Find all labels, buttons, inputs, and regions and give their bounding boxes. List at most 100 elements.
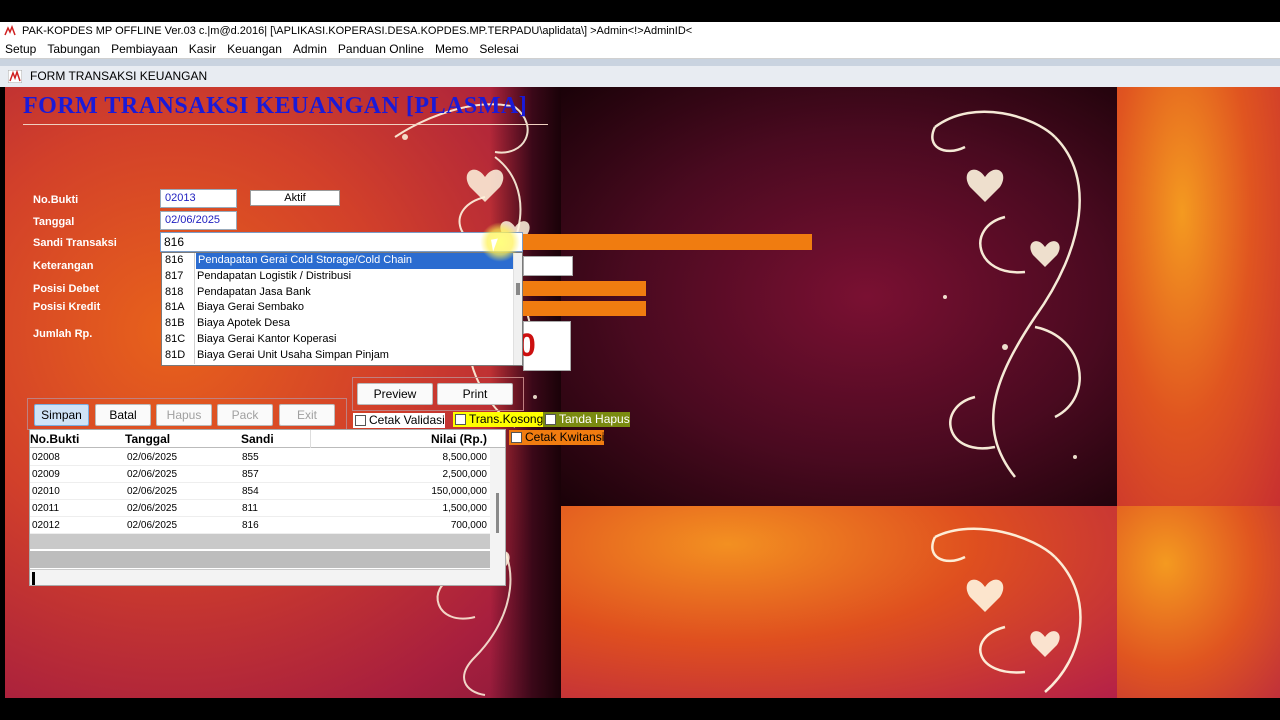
menu-selesai[interactable]: Selesai (479, 42, 518, 56)
menu-panduan-online[interactable]: Panduan Online (338, 42, 424, 56)
checkbox-box[interactable] (355, 415, 366, 426)
mdi-background (0, 59, 1280, 66)
posisi-debet-bar (523, 281, 646, 296)
option-separator (194, 268, 195, 285)
option-code: 818 (165, 285, 184, 298)
preview-button[interactable]: Preview (357, 383, 433, 405)
checkbox-label: Cetak Validasi (369, 413, 445, 427)
menu-admin[interactable]: Admin (293, 42, 327, 56)
menu-tabungan[interactable]: Tabungan (47, 42, 100, 56)
tanda-hapus-checkbox[interactable]: Tanda Hapus (543, 412, 630, 427)
window-titlebar: PAK-KOPDES MP OFFLINE Ver.03 c.|m@d.2016… (0, 22, 1280, 40)
option-code: 81B (165, 317, 185, 330)
dropdown-option[interactable]: 816 Pendapatan Gerai Cold Storage/Cold C… (162, 253, 522, 269)
exit-button[interactable]: Exit (279, 404, 335, 426)
checkbox-box[interactable] (511, 432, 522, 443)
menu-setup[interactable]: Setup (5, 42, 36, 56)
table-row[interactable]: 02008 02/06/2025 855 8,500,000 (30, 449, 490, 466)
cetak-kwitansi-checkbox[interactable]: Cetak Kwitansi (509, 430, 605, 445)
cursor-highlight (480, 222, 520, 262)
column-tanggal[interactable]: Tanggal (125, 432, 170, 446)
option-separator (194, 284, 195, 301)
cell-sandi: 811 (242, 503, 258, 514)
table-row[interactable]: 02009 02/06/2025 857 2,500,000 (30, 466, 490, 483)
cell-tanggal: 02/06/2025 (127, 520, 178, 531)
decorative-swirl-right (931, 110, 1081, 478)
menu-memo[interactable]: Memo (435, 42, 468, 56)
letterbox-bottom (0, 698, 1280, 720)
posisi-kredit-bar (523, 301, 646, 316)
cell-sandi: 816 (242, 520, 259, 531)
dropdown-option[interactable]: 81C Biaya Gerai Kantor Koperasi (162, 331, 522, 348)
sandi-transaksi-combo[interactable]: 816 (160, 232, 523, 252)
app-logo-icon (4, 25, 16, 37)
option-description: Pendapatan Jasa Bank (197, 285, 311, 298)
trans-kosong-checkbox[interactable]: Trans.Kosong (453, 412, 544, 427)
column-divider (310, 430, 311, 448)
grid-scroll-thumb[interactable] (496, 493, 499, 533)
transaction-grid[interactable]: No.Bukti Tanggal Sandi Nilai (Rp.) 02008… (29, 429, 506, 586)
cell-tanggal: 02/06/2025 (127, 469, 178, 480)
menu-keuangan[interactable]: Keuangan (227, 42, 282, 56)
sandi-transaksi-dropdown[interactable]: 816 Pendapatan Gerai Cold Storage/Cold C… (161, 252, 523, 366)
option-code: 81A (165, 301, 185, 314)
table-row[interactable]: 02011 02/06/2025 811 1,500,000 (30, 500, 490, 517)
cell-nilai: 1,500,000 (442, 503, 488, 514)
label-posisi-debet: Posisi Debet (33, 283, 100, 295)
option-code: 81C (165, 332, 186, 345)
column-no-bukti[interactable]: No.Bukti (30, 432, 79, 446)
dropdown-option[interactable]: 817 Pendapatan Logistik / Distribusi (162, 268, 522, 285)
tanggal-field[interactable]: 02/06/2025 (160, 211, 237, 230)
option-description: Pendapatan Logistik / Distribusi (197, 269, 352, 282)
label-keterangan: Keterangan (33, 260, 94, 272)
column-sandi[interactable]: Sandi (241, 432, 274, 446)
simpan-button[interactable]: Simpan (34, 404, 89, 426)
checkbox-box[interactable] (455, 414, 466, 425)
menu-pembiayaan[interactable]: Pembiayaan (111, 42, 178, 56)
cell-nilai: 2,500,000 (442, 469, 488, 480)
menu-bar: Setup Tabungan Pembiayaan Kasir Keuangan… (0, 40, 1280, 59)
sandi-transaksi-value: 816 (164, 235, 185, 249)
cell-tanggal: 02/06/2025 (127, 486, 178, 497)
option-description: Biaya Gerai Sembako (197, 301, 304, 314)
cetak-validasi-checkbox[interactable]: Cetak Validasi (353, 413, 445, 428)
dropdown-option[interactable]: 81D Biaya Gerai Unit Usaha Simpan Pinjam (162, 347, 522, 364)
cell-nilai: 700,000 (450, 520, 487, 531)
keterangan-field-tail[interactable] (523, 256, 573, 276)
column-nilai[interactable]: Nilai (Rp.) (431, 432, 487, 446)
table-row[interactable]: 02012 02/06/2025 816 700,000 (30, 517, 490, 534)
cell-no-bukti: 02011 (32, 503, 60, 514)
background-tile-bottom-right (1117, 506, 1280, 698)
background-tile-right (1117, 87, 1280, 506)
label-no-bukti: No.Bukti (33, 194, 79, 206)
cell-sandi: 854 (242, 486, 259, 497)
print-button[interactable]: Print (437, 383, 513, 405)
heading-underline (23, 124, 548, 125)
no-bukti-field[interactable]: 02013 (160, 189, 237, 208)
dropdown-option[interactable]: 818 Pendapatan Jasa Bank (162, 284, 522, 301)
option-description: Biaya Gerai Kantor Koperasi (197, 332, 337, 345)
dropdown-option[interactable]: 81A Biaya Gerai Sembako (162, 300, 522, 317)
cell-sandi: 857 (242, 469, 259, 480)
letterbox-top (0, 0, 1280, 22)
dropdown-option[interactable]: 81B Biaya Apotek Desa (162, 316, 522, 332)
label-posisi-kredit: Posisi Kredit (33, 301, 101, 313)
label-sandi-transaksi: Sandi Transaksi (33, 237, 117, 249)
hapus-button[interactable]: Hapus (156, 404, 212, 426)
dropdown-scroll-thumb[interactable] (516, 283, 520, 295)
dropdown-scrollbar[interactable] (513, 253, 522, 365)
checkbox-box[interactable] (545, 414, 556, 425)
pack-button[interactable]: Pack (217, 404, 273, 426)
label-tanggal: Tanggal (33, 216, 75, 228)
cell-no-bukti: 02008 (32, 452, 60, 463)
status-badge: Aktif (250, 190, 340, 206)
decorative-swirl-bottom-right (931, 527, 1082, 693)
checkbox-label: Cetak Kwitansi (525, 430, 605, 444)
checkbox-label: Trans.Kosong (469, 412, 544, 426)
menu-kasir[interactable]: Kasir (189, 42, 216, 56)
batal-button[interactable]: Batal (95, 404, 151, 426)
grid-scrollbar[interactable] (490, 448, 505, 585)
cell-tanggal: 02/06/2025 (127, 503, 178, 514)
table-row[interactable]: 02010 02/06/2025 854 150,000,000 (30, 483, 490, 500)
option-separator (194, 331, 195, 348)
